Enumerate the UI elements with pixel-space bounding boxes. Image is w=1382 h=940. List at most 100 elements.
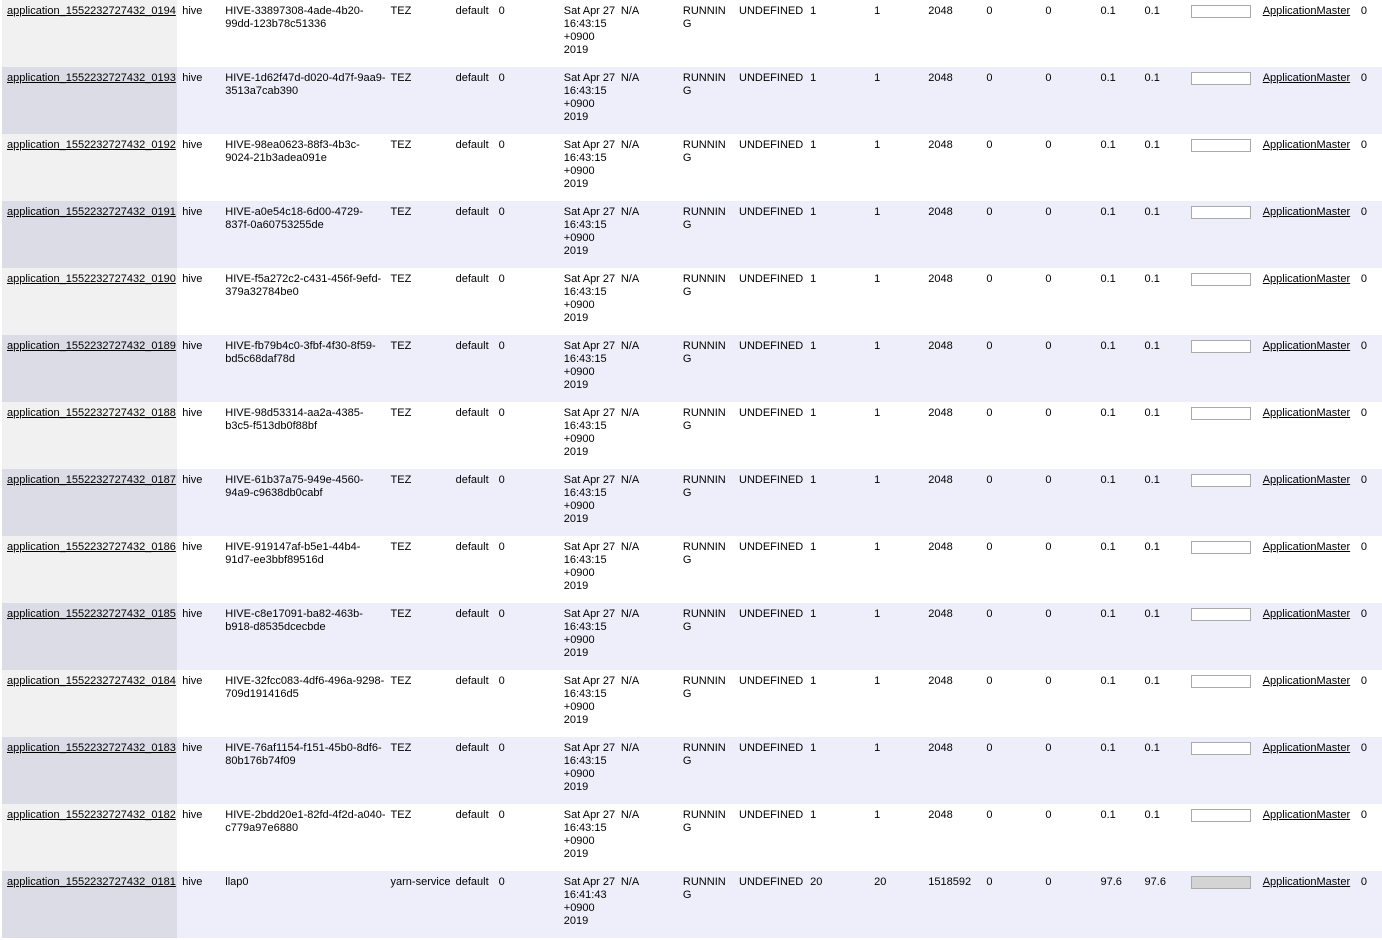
tracking-ui-link[interactable]: ApplicationMaster <box>1263 809 1350 821</box>
reserved-memory-cell: 0 <box>1040 536 1096 603</box>
tracking-ui-cell: ApplicationMaster <box>1257 804 1356 871</box>
tracking-ui-link[interactable]: ApplicationMaster <box>1263 407 1350 419</box>
finish-time-cell: N/A <box>615 134 678 201</box>
tracking-ui-link[interactable]: ApplicationMaster <box>1263 742 1350 754</box>
state-cell: RUNNING <box>677 603 734 670</box>
queue-percent-cell: 0.1 <box>1095 268 1140 335</box>
start-time-cell: Sat Apr 27 16:43:15 +0900 2019 <box>558 201 616 268</box>
priority-cell: 0 <box>493 469 559 536</box>
user-cell: hive <box>177 335 221 402</box>
app-id-link[interactable]: application_1552232727432_0192 <box>7 139 176 151</box>
queue-cell: default <box>450 67 494 134</box>
running-containers-cell: 1 <box>805 737 870 804</box>
queue-percent-cell: 0.1 <box>1095 402 1140 469</box>
start-time-cell: Sat Apr 27 16:43:15 +0900 2019 <box>558 804 616 871</box>
state-cell: RUNNING <box>677 804 734 871</box>
tracking-ui-link[interactable]: ApplicationMaster <box>1263 876 1350 888</box>
final-status-cell: UNDEFINED <box>734 737 806 804</box>
blacklisted-nodes-cell: 0 <box>1355 603 1382 670</box>
finish-time-cell: N/A <box>615 469 678 536</box>
tracking-ui-link[interactable]: ApplicationMaster <box>1263 541 1350 553</box>
start-time-cell: Sat Apr 27 16:43:15 +0900 2019 <box>558 670 616 737</box>
applications-table-body: application_1552232727432_0194 hive HIVE… <box>2 0 1382 938</box>
queue-cell: default <box>450 201 494 268</box>
app-id-link[interactable]: application_1552232727432_0187 <box>7 474 176 486</box>
progress-bar <box>1190 474 1251 487</box>
running-containers-cell: 1 <box>805 670 870 737</box>
app-type-cell: TEZ <box>385 603 451 670</box>
priority-cell: 0 <box>493 536 559 603</box>
app-type-cell: TEZ <box>385 134 451 201</box>
final-status-cell: UNDEFINED <box>734 402 806 469</box>
cluster-percent-cell: 97.6 <box>1139 871 1186 938</box>
tracking-ui-link[interactable]: ApplicationMaster <box>1263 675 1350 687</box>
start-time-cell: Sat Apr 27 16:43:15 +0900 2019 <box>558 0 616 67</box>
app-id-link[interactable]: application_1552232727432_0194 <box>7 5 176 17</box>
tracking-ui-cell: ApplicationMaster <box>1257 737 1356 804</box>
reserved-cpu-cell: 0 <box>981 67 1041 134</box>
finish-time-cell: N/A <box>615 737 678 804</box>
running-containers-cell: 20 <box>805 871 870 938</box>
cluster-percent-cell: 0.1 <box>1139 335 1186 402</box>
app-id-link[interactable]: application_1552232727432_0183 <box>7 742 176 754</box>
allocated-memory-cell: 2048 <box>923 603 982 670</box>
queue-percent-cell: 0.1 <box>1095 603 1140 670</box>
table-row: application_1552232727432_0187 hive HIVE… <box>2 469 1382 536</box>
reserved-cpu-cell: 0 <box>981 737 1041 804</box>
progress-cell <box>1185 536 1258 603</box>
progress-cell <box>1185 737 1258 804</box>
user-cell: hive <box>177 134 221 201</box>
table-row: application_1552232727432_0186 hive HIVE… <box>2 536 1382 603</box>
queue-cell: default <box>450 536 494 603</box>
finish-time-cell: N/A <box>615 670 678 737</box>
tracking-ui-link[interactable]: ApplicationMaster <box>1263 72 1350 84</box>
tracking-ui-link[interactable]: ApplicationMaster <box>1263 5 1350 17</box>
tracking-ui-link[interactable]: ApplicationMaster <box>1263 474 1350 486</box>
app-id-link[interactable]: application_1552232727432_0181 <box>7 876 176 888</box>
app-id-link[interactable]: application_1552232727432_0190 <box>7 273 176 285</box>
final-status-cell: UNDEFINED <box>734 670 806 737</box>
tracking-ui-link[interactable]: ApplicationMaster <box>1263 206 1350 218</box>
app-id-link[interactable]: application_1552232727432_0191 <box>7 206 176 218</box>
priority-cell: 0 <box>493 737 559 804</box>
final-status-cell: UNDEFINED <box>734 469 806 536</box>
progress-bar <box>1190 608 1251 621</box>
progress-bar <box>1190 5 1251 18</box>
reserved-memory-cell: 0 <box>1040 134 1096 201</box>
app-name-cell: HIVE-919147af-b5e1-44b4-91d7-ee3bbf89516… <box>220 536 386 603</box>
app-id-link[interactable]: application_1552232727432_0185 <box>7 608 176 620</box>
app-id-link[interactable]: application_1552232727432_0189 <box>7 340 176 352</box>
allocated-memory-cell: 2048 <box>923 268 982 335</box>
app-id-link[interactable]: application_1552232727432_0193 <box>7 72 176 84</box>
allocated-vcores-cell: 20 <box>869 871 924 938</box>
allocated-memory-cell: 2048 <box>923 0 982 67</box>
app-id-link[interactable]: application_1552232727432_0182 <box>7 809 176 821</box>
tracking-ui-link[interactable]: ApplicationMaster <box>1263 139 1350 151</box>
priority-cell: 0 <box>493 67 559 134</box>
app-id-link[interactable]: application_1552232727432_0186 <box>7 541 176 553</box>
tracking-ui-link[interactable]: ApplicationMaster <box>1263 608 1350 620</box>
priority-cell: 0 <box>493 134 559 201</box>
progress-bar <box>1190 809 1251 822</box>
app-id-link[interactable]: application_1552232727432_0184 <box>7 675 176 687</box>
priority-cell: 0 <box>493 0 559 67</box>
blacklisted-nodes-cell: 0 <box>1355 402 1382 469</box>
app-id-cell: application_1552232727432_0183 <box>2 737 178 804</box>
app-name-cell: HIVE-33897308-4ade-4b20-99dd-123b78c5133… <box>220 0 386 67</box>
state-cell: RUNNING <box>677 737 734 804</box>
running-containers-cell: 1 <box>805 469 870 536</box>
reserved-memory-cell: 0 <box>1040 335 1096 402</box>
app-id-link[interactable]: application_1552232727432_0188 <box>7 407 176 419</box>
cluster-percent-cell: 0.1 <box>1139 402 1186 469</box>
tracking-ui-link[interactable]: ApplicationMaster <box>1263 340 1350 352</box>
queue-cell: default <box>450 0 494 67</box>
running-containers-cell: 1 <box>805 804 870 871</box>
reserved-cpu-cell: 0 <box>981 335 1041 402</box>
tracking-ui-link[interactable]: ApplicationMaster <box>1263 273 1350 285</box>
running-containers-cell: 1 <box>805 268 870 335</box>
cluster-percent-cell: 0.1 <box>1139 268 1186 335</box>
finish-time-cell: N/A <box>615 871 678 938</box>
reserved-memory-cell: 0 <box>1040 201 1096 268</box>
allocated-memory-cell: 2048 <box>923 67 982 134</box>
progress-cell <box>1185 268 1258 335</box>
